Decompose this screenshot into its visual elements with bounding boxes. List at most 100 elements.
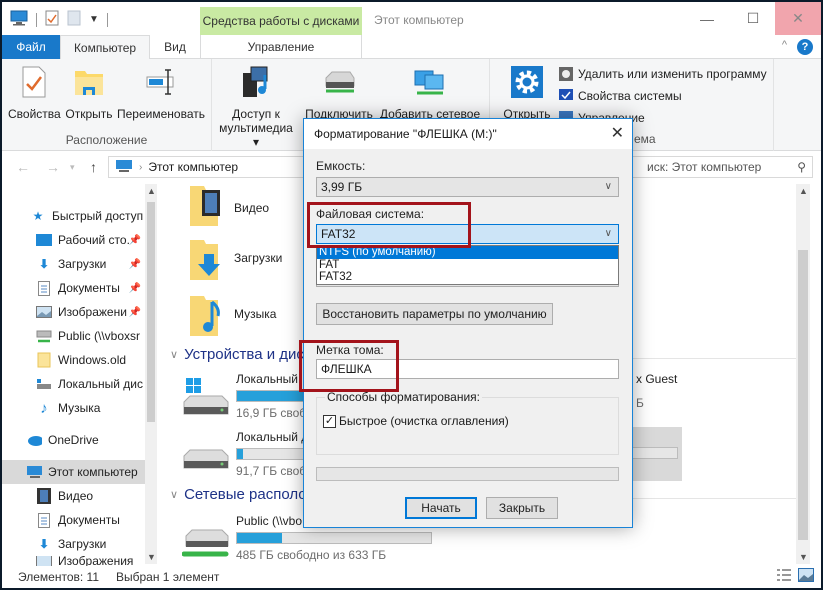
add-network-location-button[interactable]: Добавить сетевое: [378, 65, 482, 121]
breadcrumb-chevron-icon: ›: [139, 161, 143, 173]
title-bar: ▼ Средства работы с дисками Этот компьют…: [2, 2, 821, 35]
pin-icon[interactable]: 📌: [129, 307, 141, 318]
filesystem-option-ntfs[interactable]: NTFS (по умолчанию): [317, 246, 618, 259]
sidebar-item-local-disk[interactable]: Локальный дис: [2, 372, 145, 396]
cloud-icon: [26, 432, 42, 448]
tab-file[interactable]: Файл: [2, 35, 60, 59]
sidebar-item-downloads-pc[interactable]: ⬇ Загрузки: [2, 532, 145, 556]
details-view-icon[interactable]: [776, 568, 792, 585]
large-icons-view-icon[interactable]: [798, 568, 814, 585]
virtualbox-guest-label: x Guest: [636, 372, 678, 386]
sidebar-item-public-share[interactable]: Public (\\vboxsr: [2, 324, 145, 348]
pin-icon[interactable]: 📌: [129, 259, 141, 270]
filesystem-option-fat[interactable]: FAT: [317, 259, 618, 272]
properties-button[interactable]: Свойства: [8, 65, 61, 121]
network-drive-icon: [36, 328, 52, 344]
collapse-ribbon-icon[interactable]: ^: [782, 39, 787, 51]
open-settings-button[interactable]: Открыть: [498, 65, 556, 121]
forward-button[interactable]: →: [46, 159, 60, 175]
navigation-pane: ★ Быстрый доступ Рабочий сто. 📌 ⬇ Загруз…: [2, 184, 157, 566]
sidebar-item-desktop[interactable]: Рабочий сто. 📌: [2, 228, 145, 252]
quick-format-checkbox[interactable]: ✓ Быстрое (очистка оглавления): [323, 414, 509, 428]
music-icon: ♪: [40, 399, 48, 417]
filesystem-select[interactable]: FAT32 ∨: [316, 224, 619, 244]
back-button[interactable]: ←: [16, 159, 30, 175]
folder-item-music[interactable]: Музыка: [188, 292, 276, 336]
map-drive-button[interactable]: Подключить: [302, 65, 376, 121]
local-disk-icon: [36, 376, 52, 392]
sidebar-item-documents[interactable]: Документы 📌: [2, 276, 145, 300]
capacity-label: Емкость:: [316, 159, 366, 173]
sidebar-item-onedrive[interactable]: OneDrive: [2, 428, 145, 452]
computer-icon: [26, 464, 42, 480]
chevron-down-icon: ∨: [604, 181, 612, 192]
sidebar-item-pictures[interactable]: Изображени 📌: [2, 300, 145, 324]
chevron-down-icon: ∨: [604, 228, 612, 239]
selected-drive-usage-bar: [626, 447, 678, 459]
sidebar-item-pictures-pc[interactable]: Изображения: [2, 556, 145, 566]
up-button[interactable]: ↑: [90, 159, 97, 175]
open-button[interactable]: Открыть: [64, 65, 114, 121]
rename-button[interactable]: Переименовать: [116, 65, 206, 121]
tab-computer[interactable]: Компьютер: [60, 35, 150, 60]
folder-item-downloads[interactable]: Загрузки: [188, 236, 282, 280]
minimize-button[interactable]: —: [684, 2, 730, 35]
map-drive-icon: [322, 68, 356, 99]
sidebar-item-music[interactable]: ♪ Музыка: [2, 396, 145, 420]
item-count: Элементов: 11: [18, 570, 99, 584]
volume-label-input[interactable]: ФЛЕШКА: [316, 359, 619, 379]
new-folder-quick-icon[interactable]: [67, 10, 81, 29]
section-devices-header[interactable]: ∨ Устройства и дис: [170, 346, 304, 363]
section-network-header[interactable]: ∨ Сетевые располо: [170, 486, 307, 503]
dialog-close-button[interactable]: ✕: [611, 119, 624, 149]
format-progress-bar: [316, 467, 619, 481]
sidebar-item-downloads[interactable]: ⬇ Загрузки 📌: [2, 252, 145, 276]
recent-locations-button[interactable]: ▾: [70, 162, 75, 173]
tab-view[interactable]: Вид: [150, 35, 200, 59]
sidebar-item-this-pc[interactable]: Этот компьютер: [2, 460, 145, 484]
media-access-button[interactable]: Доступ к мультимедиа ▾: [216, 65, 296, 149]
drive-usage-bar: [236, 532, 432, 544]
folder-item-video[interactable]: Видео: [188, 186, 269, 230]
location-group: Свойства Открыть Переименовать Расположе…: [2, 59, 212, 151]
tab-manage[interactable]: Управление: [200, 35, 362, 59]
filesystem-option-fat32[interactable]: FAT32: [317, 271, 618, 284]
sidebar-item-windows-old[interactable]: Windows.old: [2, 348, 145, 372]
selected-drive-highlight[interactable]: [626, 427, 682, 481]
breadcrumb-this-pc[interactable]: Этот компьютер: [148, 160, 238, 174]
sidebar-item-quick-access[interactable]: ★ Быстрый доступ: [2, 204, 145, 228]
content-scrollbar[interactable]: ▲ ▼: [796, 184, 810, 564]
location-group-label: Расположение: [65, 133, 148, 147]
pin-icon[interactable]: 📌: [129, 235, 141, 246]
sidebar-item-documents-pc[interactable]: Документы: [2, 508, 145, 532]
sidebar-scroll-thumb[interactable]: [147, 202, 155, 422]
maximize-button[interactable]: ☐: [730, 2, 776, 35]
system-properties-icon: [559, 89, 573, 103]
format-options-group: Способы форматирования: ✓ Быстрое (очист…: [316, 390, 619, 455]
dialog-title-bar: Форматирование "ФЛЕШКА (M:)" ✕: [304, 119, 632, 149]
scroll-down-icon[interactable]: ▼: [147, 552, 156, 562]
close-button[interactable]: ✕: [775, 2, 821, 35]
volume-label-label: Метка тома:: [316, 343, 384, 357]
network-location-icon: [413, 67, 447, 100]
content-scroll-thumb[interactable]: [798, 250, 808, 540]
scroll-up-icon[interactable]: ▲: [147, 186, 156, 196]
scroll-down-icon[interactable]: ▼: [799, 552, 808, 562]
start-button[interactable]: Начать: [405, 497, 477, 519]
sidebar-item-video[interactable]: Видео: [2, 484, 145, 508]
customize-qat-icon[interactable]: ▼: [89, 14, 99, 25]
uninstall-program-item[interactable]: Удалить или изменить программу: [559, 67, 767, 81]
search-input[interactable]: иск: Этот компьютер ⚲: [630, 156, 813, 178]
restore-defaults-button[interactable]: Восстановить параметры по умолчанию: [316, 303, 553, 325]
pin-icon[interactable]: 📌: [129, 283, 141, 294]
sidebar-scrollbar[interactable]: ▲ ▼: [145, 184, 157, 564]
chevron-down-icon: ∨: [170, 349, 179, 361]
settings-gear-icon: [511, 65, 543, 101]
scroll-up-icon[interactable]: ▲: [799, 186, 808, 196]
properties-quick-icon[interactable]: [45, 10, 59, 29]
open-folder-icon: [74, 67, 104, 100]
capacity-select[interactable]: 3,99 ГБ ∨: [316, 177, 619, 197]
close-dialog-button[interactable]: Закрыть: [486, 497, 558, 519]
help-icon[interactable]: ?: [797, 39, 813, 55]
system-properties-item[interactable]: Свойства системы: [559, 89, 682, 103]
